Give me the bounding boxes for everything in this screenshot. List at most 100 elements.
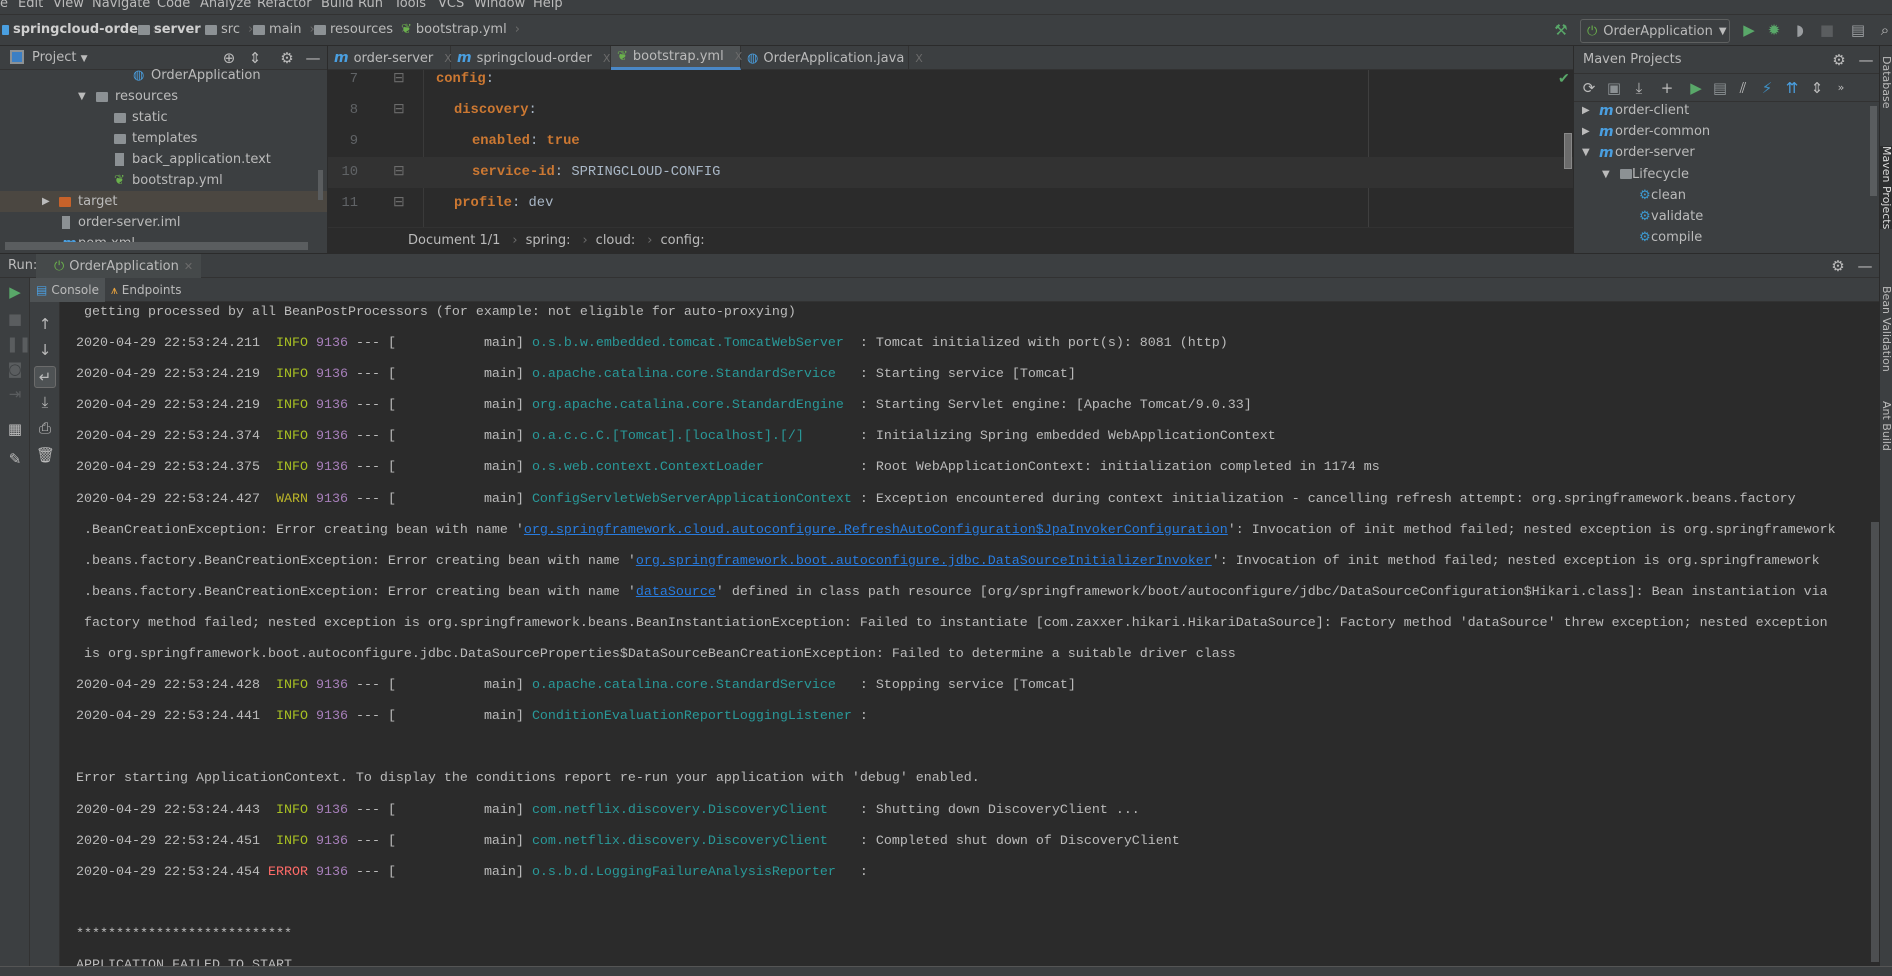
expanded-arrow-icon[interactable]: ▼ [1582, 147, 1590, 158]
vertical-scrollbar[interactable] [318, 170, 323, 200]
close-icon[interactable]: X [915, 52, 923, 65]
menu-edit[interactable]: Edit [18, 0, 43, 11]
arrow-down-icon[interactable]: ↓ [36, 342, 54, 358]
add-icon[interactable]: + [1658, 80, 1676, 96]
menu-vcs[interactable]: VCS [438, 0, 464, 11]
hide-minus-icon[interactable]: — [1857, 52, 1875, 68]
breadcrumb-config[interactable]: config: [660, 233, 704, 248]
tree-item-templates[interactable]: templates [0, 128, 327, 149]
stripe-maven-projects[interactable]: Maven Projects [1880, 146, 1892, 230]
console-output[interactable]: getting processed by all BeanPostProcess… [60, 302, 1879, 966]
rerun-icon[interactable]: ▶ [6, 284, 24, 300]
breadcrumb-cloud[interactable]: cloud: [596, 233, 636, 248]
maven-tree-item[interactable]: ⚙ clean [1574, 185, 1879, 206]
collapsed-arrow-icon[interactable]: ▶ [42, 196, 50, 207]
close-icon[interactable]: ✕ [184, 260, 193, 273]
collapsed-arrow-icon[interactable]: ▶ [1582, 105, 1590, 116]
breadcrumb-document[interactable]: Document 1/1 [408, 233, 500, 248]
menu-view[interactable]: View [53, 0, 84, 11]
debug-bug-icon[interactable]: ✹ [1765, 22, 1783, 38]
project-view-selector[interactable]: Project ▼ [32, 50, 88, 65]
stop-icon[interactable]: ■ [6, 311, 24, 327]
collapsed-arrow-icon[interactable]: ▶ [1582, 126, 1590, 137]
project-structure-icon[interactable]: ▤ [1849, 22, 1867, 38]
crumb-src[interactable]: src › [205, 22, 253, 37]
menu-run[interactable]: Run [358, 0, 383, 11]
menu-window[interactable]: Window [474, 0, 525, 11]
scroll-to-end-icon[interactable]: ⤓ [36, 394, 54, 410]
more-icon[interactable]: » [1832, 80, 1850, 96]
menu-navigate[interactable]: Navigate [92, 0, 150, 11]
maven-tree-item[interactable]: ▶ m order-client [1574, 100, 1879, 121]
code-area[interactable]: 7 ⊟ config: 8 ⊟ discovery: 9 enabled: true 10… [328, 70, 1573, 227]
breadcrumb-spring[interactable]: spring: [526, 233, 571, 248]
maven-tree-item[interactable]: ▼ Lifecycle [1574, 164, 1879, 185]
maven-tree-item[interactable]: ⚙ compile [1574, 227, 1879, 248]
run-configuration-dropdown[interactable]: ⏻ OrderApplication ▼ [1580, 19, 1730, 43]
fold-end-icon[interactable]: ⊟ [393, 188, 405, 219]
tree-item-iml[interactable]: order-server.iml [0, 212, 327, 233]
console-scrollbar[interactable] [1871, 522, 1879, 962]
menu-analyze[interactable]: Analyze [200, 0, 251, 11]
toggle-offline-icon[interactable]: ⫽ [1734, 80, 1752, 96]
run-tab-orderapplication[interactable]: ⏻ OrderApplication ✕ [36, 254, 201, 278]
print-icon[interactable]: ⎙ [36, 420, 54, 436]
gear-icon[interactable]: ⚙ [278, 50, 296, 66]
collapse-all-icon[interactable]: ⇕ [1808, 80, 1826, 96]
trash-icon[interactable]: 🗑 [36, 447, 55, 463]
crumb-file[interactable]: ❦ bootstrap.yml › [401, 22, 520, 37]
build-hammer-icon[interactable]: ⚒ [1552, 22, 1570, 38]
run-icon[interactable]: ▶ [1740, 22, 1758, 38]
expanded-arrow-icon[interactable]: ▼ [1602, 169, 1610, 180]
hide-minus-icon[interactable]: — [1856, 258, 1874, 274]
fold-icon[interactable]: ⊟ [393, 95, 405, 126]
maven-tree-item[interactable]: ▶ m order-common [1574, 121, 1879, 142]
close-icon[interactable]: X [603, 52, 611, 65]
layout-icon[interactable]: ▦ [6, 421, 24, 437]
menu-build[interactable]: Build [321, 0, 354, 11]
locate-target-icon[interactable]: ⊕ [220, 50, 238, 66]
fold-end-icon[interactable]: ⊟ [393, 157, 405, 188]
gear-icon[interactable]: ⚙ [1830, 52, 1848, 68]
crumb-project[interactable]: springcloud-order › [2, 22, 158, 37]
tree-item-resources[interactable]: ▼ resources [0, 86, 327, 107]
skip-tests-icon[interactable]: ⚡ [1758, 80, 1776, 96]
tree-item-target[interactable]: ▶ target [0, 191, 327, 212]
gear-icon[interactable]: ⚙ [1829, 258, 1847, 274]
generate-sources-icon[interactable]: ▣ [1605, 80, 1623, 96]
menu-file[interactable]: e [0, 0, 8, 11]
download-icon[interactable]: ⤓ [1630, 80, 1648, 96]
console-link[interactable]: org.springframework.cloud.autoconfigure.… [524, 523, 1228, 538]
crumb-module[interactable]: server› [138, 22, 214, 37]
tab-console[interactable]: ▤ Console [30, 278, 105, 302]
search-icon[interactable]: ⌕ [1876, 22, 1892, 38]
stop-icon[interactable]: ■ [1818, 22, 1836, 38]
crumb-main[interactable]: main › [253, 22, 315, 37]
reimport-icon[interactable]: ⟳ [1580, 80, 1598, 96]
tree-item-bootstrap-yml[interactable]: ❦ bootstrap.yml [0, 170, 327, 191]
show-dependencies-icon[interactable]: ⇈ [1783, 80, 1801, 96]
soft-wrap-icon[interactable]: ↵ [34, 366, 56, 388]
arrow-up-icon[interactable]: ↑ [36, 316, 54, 332]
collapse-all-icon[interactable]: ⇕ [246, 50, 264, 66]
editor-scrollbar[interactable] [1564, 133, 1572, 169]
maven-tree-item[interactable]: ⚙ validate [1574, 206, 1879, 227]
run-with-coverage-icon[interactable]: ◗ [1791, 22, 1809, 38]
stripe-database[interactable]: Database [1880, 56, 1892, 109]
camera-dump-icon[interactable]: ◙ [6, 361, 24, 377]
tree-item-static[interactable]: static [0, 107, 327, 128]
maven-scrollbar[interactable] [1870, 106, 1877, 196]
exit-icon[interactable]: ⇥ [6, 386, 24, 402]
menu-tools[interactable]: Tools [394, 0, 426, 11]
menu-help[interactable]: Help [533, 0, 563, 11]
run-icon[interactable]: ▶ [1687, 80, 1705, 96]
tab-endpoints[interactable]: ⩚ Endpoints [105, 278, 187, 302]
pin-icon[interactable]: ✎ [6, 451, 24, 467]
horizontal-scrollbar[interactable] [5, 242, 308, 250]
tree-item-orderapplication[interactable]: ◍ OrderApplication [0, 65, 327, 86]
console-link[interactable]: org.springframework.boot.autoconfigure.j… [636, 554, 1212, 569]
maven-tree-item[interactable]: ▼ m order-server [1574, 142, 1879, 163]
console-link[interactable]: dataSource [636, 585, 716, 600]
fold-icon[interactable]: ⊟ [393, 64, 405, 95]
menu-code[interactable]: Code [157, 0, 190, 11]
